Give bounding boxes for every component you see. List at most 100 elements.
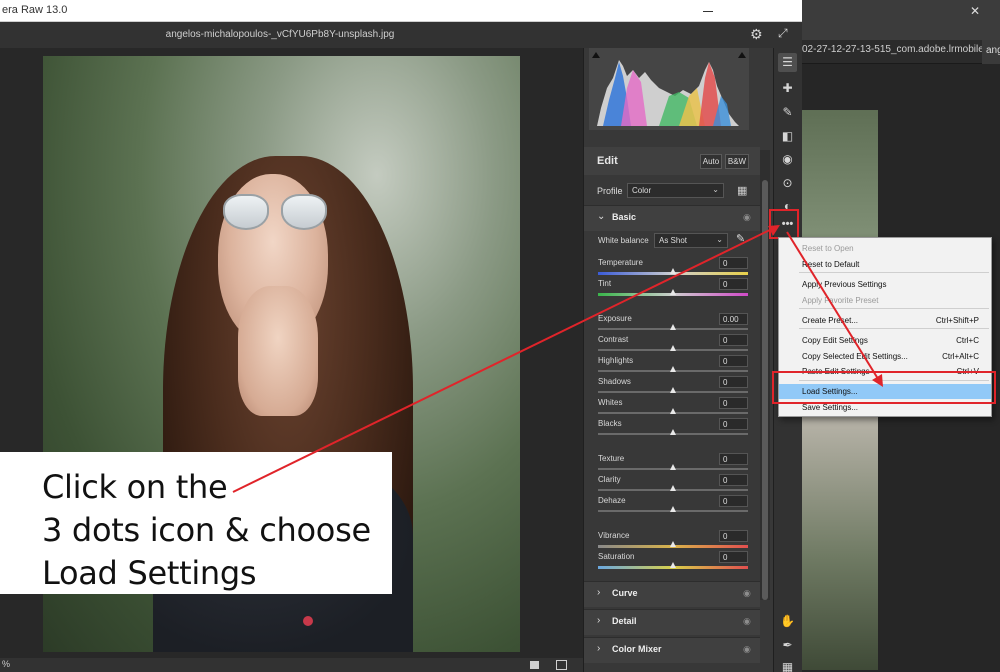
eye-icon[interactable]: ◉ xyxy=(743,588,751,599)
slider-handle-dehaze[interactable] xyxy=(670,506,676,512)
slider-handle-contrast[interactable] xyxy=(670,345,676,351)
slider-handle-highlights[interactable] xyxy=(670,366,676,372)
profile-value: Color xyxy=(632,186,652,195)
color-mixer-section-title: Color Mixer xyxy=(612,644,662,654)
eye-icon[interactable]: ◉ xyxy=(743,212,751,223)
slider-label-exposure: Exposure xyxy=(598,314,632,323)
minimize-icon[interactable] xyxy=(700,2,716,18)
slider-value-tint[interactable]: 0 xyxy=(719,278,748,290)
fullscreen-icon[interactable]: ⤢ xyxy=(778,26,788,41)
slider-handle-texture[interactable] xyxy=(670,464,676,470)
slider-value-highlights[interactable]: 0 xyxy=(719,355,748,367)
red-eye-icon[interactable]: ⊙ xyxy=(778,174,797,193)
slider-handle-clarity[interactable] xyxy=(670,485,676,491)
photo-sunglasses-right xyxy=(281,194,327,230)
menu-item-label: Copy Selected Edit Settings... xyxy=(802,352,908,361)
slider-value-whites[interactable]: 0 xyxy=(719,397,748,409)
bw-button[interactable]: B&W xyxy=(725,154,749,169)
edit-header: Edit Auto B&W xyxy=(584,147,760,175)
menu-item-label: Apply Previous Settings xyxy=(802,280,887,289)
photo-flower xyxy=(303,616,313,626)
grid-icon[interactable]: ▦ xyxy=(778,658,797,672)
eyedropper-icon[interactable]: ✎ xyxy=(736,232,745,245)
chevron-down-icon: ⌄ xyxy=(716,235,723,244)
profile-browser-icon[interactable]: ▦ xyxy=(737,184,747,197)
healing-icon[interactable]: ✚ xyxy=(778,79,797,98)
auto-button[interactable]: Auto xyxy=(700,154,722,169)
instruction-callout: Click on the 3 dots icon & choose Load S… xyxy=(0,452,392,594)
slider-handle-shadows[interactable] xyxy=(670,387,676,393)
radial-filter-icon[interactable]: ◉ xyxy=(778,150,797,169)
slider-label-highlights: Highlights xyxy=(598,356,634,365)
hand-icon[interactable]: ✋ xyxy=(778,612,797,631)
eye-icon[interactable]: ◉ xyxy=(743,644,751,655)
slider-handle-tint[interactable] xyxy=(670,289,676,295)
slider-handle-exposure[interactable] xyxy=(670,324,676,330)
slider-value-exposure[interactable]: 0.00 xyxy=(719,313,748,325)
menu-item-reset-to-open: Reset to Open xyxy=(779,241,991,256)
slider-value-blacks[interactable]: 0 xyxy=(719,418,748,430)
menu-item-reset-to-default[interactable]: Reset to Default xyxy=(779,257,991,272)
slider-label-dehaze: Dehaze xyxy=(598,496,626,505)
background-tab-1-label: 02-27-12-27-13-515_com.adobe.lrmobile.jp… xyxy=(802,44,1000,55)
slider-handle-temperature[interactable] xyxy=(670,268,676,274)
background-window-titlebar: ✕ xyxy=(802,0,1000,40)
menu-item-label: Reset to Open xyxy=(802,244,854,253)
sampler-icon[interactable]: ✒ xyxy=(778,636,797,655)
document-filename: angelos-michalopoulos-_vCfYU6Pb8Y-unspla… xyxy=(165,29,395,40)
slider-value-temperature[interactable]: 0 xyxy=(719,257,748,269)
menu-item-shortcut: Ctrl+C xyxy=(956,336,979,345)
slider-value-contrast[interactable]: 0 xyxy=(719,334,748,346)
zoom-level[interactable]: % xyxy=(2,659,10,669)
slider-value-texture[interactable]: 0 xyxy=(719,453,748,465)
callout-line-1: Click on the xyxy=(42,468,228,506)
histogram xyxy=(589,48,749,130)
slider-handle-blacks[interactable] xyxy=(670,429,676,435)
slider-value-dehaze[interactable]: 0 xyxy=(719,495,748,507)
menu-item-label: Reset to Default xyxy=(802,260,860,269)
menu-item-label: Copy Edit Settings xyxy=(802,336,868,345)
scrollbar-thumb[interactable] xyxy=(762,180,768,600)
color-mixer-section-header[interactable]: › Color Mixer ◉ xyxy=(584,637,760,663)
chevron-right-icon: › xyxy=(597,643,601,654)
slider-label-contrast: Contrast xyxy=(598,335,629,344)
background-tab-2[interactable]: ang xyxy=(982,40,1000,64)
background-tab-1[interactable]: 02-27-12-27-13-515_com.adobe.lrmobile.jp… xyxy=(802,44,1000,55)
chevron-right-icon: › xyxy=(597,615,601,626)
basic-section-header[interactable]: ⌄ Basic ◉ xyxy=(584,205,760,231)
curve-section-header[interactable]: › Curve ◉ xyxy=(584,581,760,607)
slider-label-shadows: Shadows xyxy=(598,377,631,386)
brush-icon[interactable]: ✎ xyxy=(778,103,797,122)
slider-label-vibrance: Vibrance xyxy=(598,531,630,540)
slider-value-shadows[interactable]: 0 xyxy=(719,376,748,388)
menu-item-create-preset[interactable]: Create Preset... Ctrl+Shift+P xyxy=(779,313,991,328)
single-view-icon[interactable] xyxy=(530,661,539,669)
eye-icon[interactable]: ◉ xyxy=(743,616,751,627)
background-window-close-icon[interactable]: ✕ xyxy=(970,4,980,18)
compare-view-icon[interactable] xyxy=(556,660,567,670)
edit-sliders-icon[interactable]: ☰ xyxy=(778,53,797,72)
white-balance-select[interactable]: As Shot ⌄ xyxy=(654,233,728,248)
menu-item-copy-edit-settings[interactable]: Copy Edit Settings Ctrl+C xyxy=(779,333,991,348)
curve-section-title: Curve xyxy=(612,588,638,598)
detail-section-header[interactable]: › Detail ◉ xyxy=(584,609,760,635)
slider-handle-vibrance[interactable] xyxy=(670,541,676,547)
slider-value-clarity[interactable]: 0 xyxy=(719,474,748,486)
gradient-icon[interactable]: ◧ xyxy=(778,127,797,146)
slider-handle-saturation[interactable] xyxy=(670,562,676,568)
profile-select[interactable]: Color ⌄ xyxy=(627,183,724,198)
gear-icon[interactable]: ⚙ xyxy=(750,26,763,43)
slider-label-blacks: Blacks xyxy=(598,419,622,428)
slider-handle-whites[interactable] xyxy=(670,408,676,414)
menu-separator xyxy=(799,308,989,309)
slider-value-vibrance[interactable]: 0 xyxy=(719,530,748,542)
menu-item-copy-selected-edit-settings[interactable]: Copy Selected Edit Settings... Ctrl+Alt+C xyxy=(779,349,991,364)
histogram-graph xyxy=(597,60,739,126)
slider-label-texture: Texture xyxy=(598,454,625,463)
white-balance-label: White balance xyxy=(598,236,649,245)
menu-item-apply-previous-settings[interactable]: Apply Previous Settings xyxy=(779,277,991,292)
callout-line-2: 3 dots icon & choose xyxy=(42,511,371,549)
menu-item-label: Create Preset... xyxy=(802,316,859,325)
photo-sunglasses-left xyxy=(223,194,269,230)
slider-value-saturation[interactable]: 0 xyxy=(719,551,748,563)
